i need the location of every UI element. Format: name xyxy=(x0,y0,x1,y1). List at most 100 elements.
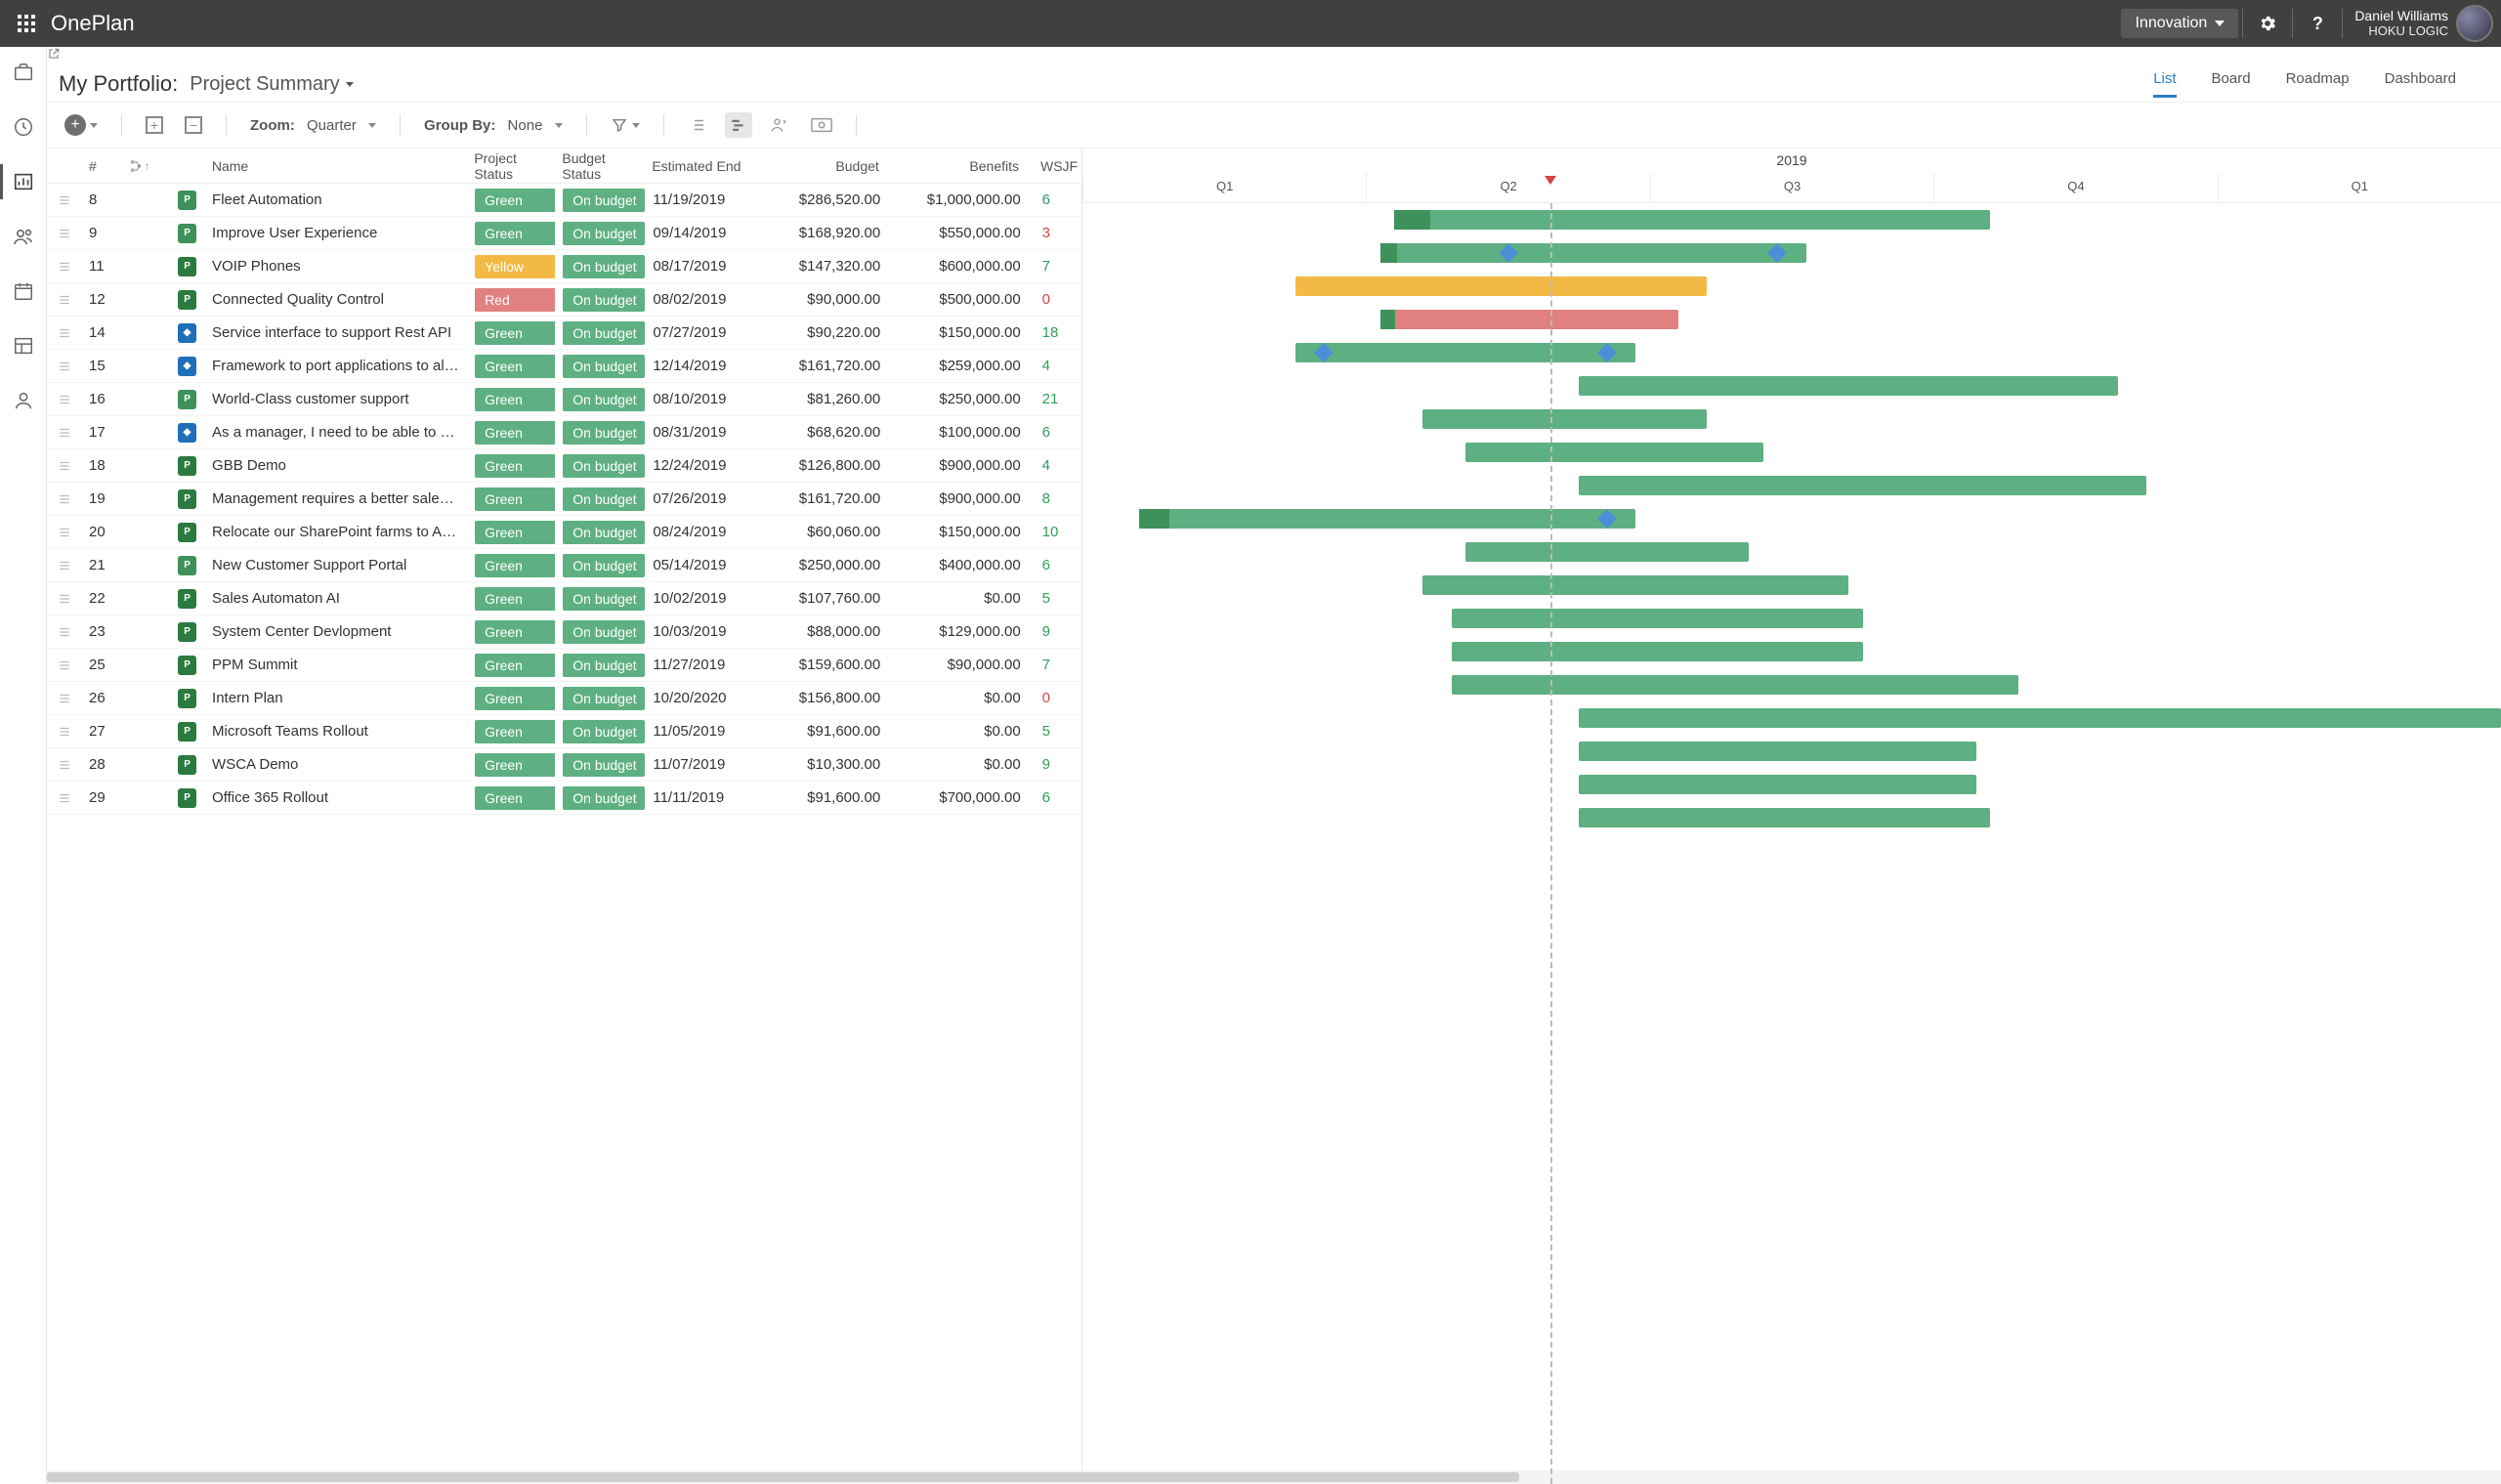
gantt-row[interactable] xyxy=(1082,436,2501,469)
resource-view-icon[interactable] xyxy=(766,111,793,139)
gantt-bar[interactable] xyxy=(1579,775,1976,794)
nav-portfolio-icon[interactable] xyxy=(10,168,37,195)
table-row[interactable]: 22PSales Automaton AIGreenOn budget10/02… xyxy=(47,582,1081,615)
groupby-control[interactable]: Group By: None xyxy=(420,113,567,138)
help-icon[interactable]: ? xyxy=(2297,3,2338,44)
app-launcher-icon[interactable] xyxy=(8,5,45,42)
cell-name[interactable]: Management requires a better sales rep..… xyxy=(204,490,467,507)
gantt-bar[interactable] xyxy=(1579,708,2501,728)
add-button[interactable]: + xyxy=(61,110,102,140)
table-row[interactable]: 12PConnected Quality ControlRedOn budget… xyxy=(47,283,1081,317)
gantt-row[interactable] xyxy=(1082,203,2501,236)
nav-briefcase-icon[interactable] xyxy=(10,59,37,86)
row-menu-icon[interactable] xyxy=(47,658,81,672)
row-menu-icon[interactable] xyxy=(47,526,81,539)
cell-name[interactable]: WSCA Demo xyxy=(204,756,467,773)
row-menu-icon[interactable] xyxy=(47,227,81,240)
nav-clock-icon[interactable] xyxy=(10,113,37,141)
gantt-view-icon[interactable] xyxy=(725,112,752,138)
cell-name[interactable]: Improve User Experience xyxy=(204,225,467,241)
table-row[interactable]: 29POffice 365 RolloutGreenOn budget11/11… xyxy=(47,782,1081,815)
gantt-row[interactable] xyxy=(1082,336,2501,369)
filter-button[interactable] xyxy=(607,112,644,138)
table-row[interactable]: 23PSystem Center DevlopmentGreenOn budge… xyxy=(47,615,1081,649)
row-menu-icon[interactable] xyxy=(47,293,81,307)
gantt-bar[interactable] xyxy=(1380,243,1806,263)
cell-name[interactable]: As a manager, I need to be able to view.… xyxy=(204,424,467,441)
popout-icon[interactable] xyxy=(47,47,2501,61)
row-menu-icon[interactable] xyxy=(47,758,81,772)
col-wsjf[interactable]: WSJF xyxy=(1027,158,1081,174)
tab-board[interactable]: Board xyxy=(2212,70,2251,98)
cell-name[interactable]: Relocate our SharePoint farms to Azure .… xyxy=(204,524,467,540)
gantt-bar[interactable] xyxy=(1465,443,1763,462)
gantt-row[interactable] xyxy=(1082,602,2501,635)
cell-name[interactable]: GBB Demo xyxy=(204,457,467,474)
row-menu-icon[interactable] xyxy=(47,459,81,473)
row-menu-icon[interactable] xyxy=(47,193,81,207)
table-row[interactable]: 17◆As a manager, I need to be able to vi… xyxy=(47,416,1081,449)
gantt-bar[interactable] xyxy=(1295,276,1707,296)
gantt-bar[interactable] xyxy=(1465,542,1749,562)
row-menu-icon[interactable] xyxy=(47,592,81,606)
row-menu-icon[interactable] xyxy=(47,360,81,373)
gantt-bar[interactable] xyxy=(1295,343,1635,362)
gantt-bar[interactable] xyxy=(1579,808,1990,827)
table-row[interactable]: 16PWorld-Class customer supportGreenOn b… xyxy=(47,383,1081,416)
workspace-selector[interactable]: Innovation xyxy=(2121,9,2238,38)
row-menu-icon[interactable] xyxy=(47,692,81,705)
table-row[interactable]: 15◆Framework to port applications to all… xyxy=(47,350,1081,383)
table-row[interactable]: 21PNew Customer Support PortalGreenOn bu… xyxy=(47,549,1081,582)
gantt-bar[interactable] xyxy=(1380,310,1678,329)
table-row[interactable]: 11PVOIP PhonesYellowOn budget08/17/2019$… xyxy=(47,250,1081,283)
cell-name[interactable]: New Customer Support Portal xyxy=(204,557,467,573)
settings-icon[interactable] xyxy=(2247,3,2288,44)
nav-board-icon[interactable] xyxy=(10,332,37,360)
gantt-row[interactable] xyxy=(1082,635,2501,668)
nav-profile-icon[interactable] xyxy=(10,387,37,414)
gantt-row[interactable] xyxy=(1082,303,2501,336)
gantt-bar[interactable] xyxy=(1452,609,1863,628)
table-row[interactable]: 18PGBB DemoGreenOn budget12/24/2019$126,… xyxy=(47,449,1081,483)
row-menu-icon[interactable] xyxy=(47,791,81,805)
tab-list[interactable]: List xyxy=(2153,70,2176,98)
expand-button[interactable]: + xyxy=(142,112,167,138)
cell-name[interactable]: Intern Plan xyxy=(204,690,467,706)
gantt-bar[interactable] xyxy=(1452,642,1863,661)
cell-name[interactable]: VOIP Phones xyxy=(204,258,467,275)
gantt-row[interactable] xyxy=(1082,735,2501,768)
view-selector[interactable]: Project Summary xyxy=(190,73,353,96)
table-row[interactable]: 26PIntern PlanGreenOn budget10/20/2020$1… xyxy=(47,682,1081,715)
col-name[interactable]: Name xyxy=(204,158,467,174)
cell-name[interactable]: Service interface to support Rest API xyxy=(204,324,467,341)
horizontal-scrollbar[interactable] xyxy=(47,1470,2501,1484)
cell-name[interactable]: Sales Automaton AI xyxy=(204,590,467,607)
table-row[interactable]: 28PWSCA DemoGreenOn budget11/07/2019$10,… xyxy=(47,748,1081,782)
cell-name[interactable]: Connected Quality Control xyxy=(204,291,467,308)
gantt-bar[interactable] xyxy=(1579,476,2146,495)
gantt-row[interactable] xyxy=(1082,801,2501,834)
col-estimated-end[interactable]: Estimated End xyxy=(644,158,756,174)
gantt-row[interactable] xyxy=(1082,469,2501,502)
user-block[interactable]: Daniel Williams HOKU LOGIC xyxy=(2347,9,2456,38)
gantt-row[interactable] xyxy=(1082,369,2501,403)
table-row[interactable]: 19PManagement requires a better sales re… xyxy=(47,483,1081,516)
table-row[interactable]: 9PImprove User ExperienceGreenOn budget0… xyxy=(47,217,1081,250)
gantt-row[interactable] xyxy=(1082,768,2501,801)
col-budget[interactable]: Budget xyxy=(756,158,887,174)
data-grid[interactable]: # ↑ Name Project Status Budget Status Es… xyxy=(47,148,1082,1484)
gantt-bar[interactable] xyxy=(1394,210,1990,230)
tab-roadmap[interactable]: Roadmap xyxy=(2286,70,2350,98)
gantt-row[interactable] xyxy=(1082,535,2501,569)
col-budget-status[interactable]: Budget Status xyxy=(554,150,644,182)
row-menu-icon[interactable] xyxy=(47,393,81,406)
row-menu-icon[interactable] xyxy=(47,625,81,639)
table-row[interactable]: 25PPPM SummitGreenOn budget11/27/2019$15… xyxy=(47,649,1081,682)
collapse-button[interactable]: − xyxy=(181,112,206,138)
gantt-row[interactable] xyxy=(1082,270,2501,303)
gantt-bar[interactable] xyxy=(1422,409,1706,429)
avatar[interactable] xyxy=(2456,5,2493,42)
col-sort-icon[interactable]: ↑ xyxy=(121,159,170,173)
row-menu-icon[interactable] xyxy=(47,725,81,739)
cell-name[interactable]: World-Class customer support xyxy=(204,391,467,407)
